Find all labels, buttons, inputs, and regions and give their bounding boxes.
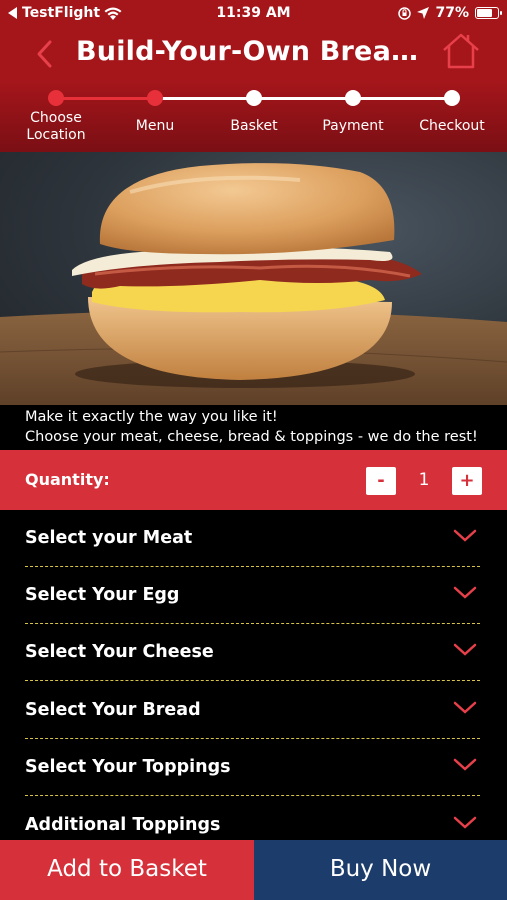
- page-title: Build-Your-Own Breakfast: [76, 36, 436, 67]
- step-dot-menu[interactable]: [147, 90, 163, 106]
- battery-icon: [475, 7, 502, 19]
- location-arrow-icon: [417, 7, 430, 19]
- chevron-down-icon: [453, 816, 477, 829]
- option-select-egg[interactable]: Select Your Egg: [0, 567, 507, 624]
- description-line-2: Choose your meat, cheese, bread & toppin…: [25, 429, 478, 445]
- option-label: Select Your Egg: [25, 585, 180, 605]
- quantity-decrement-button[interactable]: -: [366, 467, 396, 495]
- option-divider: [25, 680, 480, 681]
- chevron-down-icon: [453, 529, 477, 542]
- add-to-basket-button[interactable]: Add to Basket: [0, 840, 254, 900]
- chevron-down-icon: [453, 701, 477, 714]
- option-list: Select your Meat Select Your Egg Select …: [0, 510, 507, 840]
- option-divider: [25, 795, 480, 796]
- chevron-down-icon: [453, 586, 477, 599]
- checkout-progress: Choose Location Menu Basket Payment Chec…: [0, 80, 507, 152]
- status-right: 77%: [398, 5, 502, 21]
- step-label-payment: Payment: [322, 118, 384, 134]
- hero-image: [0, 152, 507, 407]
- chevron-left-icon: [37, 40, 52, 68]
- description-line-1: Make it exactly the way you like it!: [25, 409, 278, 425]
- step-dot-basket: [246, 90, 262, 106]
- item-description: Make it exactly the way you like it! Cho…: [0, 405, 507, 450]
- step-label-menu[interactable]: Menu: [105, 118, 205, 135]
- quantity-increment-button[interactable]: +: [452, 467, 482, 495]
- status-bar: TestFlight 11:39 AM 77%: [0, 0, 507, 28]
- option-label: Select Your Cheese: [25, 642, 214, 662]
- option-select-bread[interactable]: Select Your Bread: [0, 682, 507, 739]
- option-label: Select Your Toppings: [25, 757, 231, 777]
- buy-now-button[interactable]: Buy Now: [254, 840, 507, 900]
- quantity-row: Quantity: - 1 +: [0, 450, 507, 510]
- back-button[interactable]: [28, 34, 64, 74]
- option-select-meat[interactable]: Select your Meat: [0, 510, 507, 567]
- battery-percent: 77%: [435, 5, 469, 21]
- step-dot-payment: [345, 90, 361, 106]
- step-connector: [56, 97, 155, 100]
- step-label-basket: Basket: [230, 118, 278, 134]
- option-select-cheese[interactable]: Select Your Cheese: [0, 624, 507, 681]
- option-select-toppings[interactable]: Select Your Toppings: [0, 739, 507, 796]
- step-connector: [155, 97, 452, 100]
- chevron-down-icon: [453, 758, 477, 771]
- step-label-checkout: Checkout: [419, 118, 485, 134]
- chevron-down-icon: [453, 643, 477, 656]
- header: Build-Your-Own Breakfast: [0, 28, 507, 80]
- home-icon: [443, 33, 479, 69]
- orientation-lock-icon: [398, 6, 412, 20]
- home-button[interactable]: [440, 30, 482, 72]
- quantity-label: Quantity:: [25, 470, 110, 489]
- step-label-choose-location[interactable]: Choose Location: [6, 110, 106, 144]
- quantity-value: 1: [418, 470, 430, 490]
- battery-fill: [477, 9, 493, 17]
- step-dot-choose-location[interactable]: [48, 90, 64, 106]
- option-label: Select Your Bread: [25, 700, 201, 720]
- sandwich-illustration: [0, 163, 507, 407]
- option-label: Additional Toppings: [25, 815, 221, 835]
- step-dot-checkout: [444, 90, 460, 106]
- option-label: Select your Meat: [25, 528, 193, 548]
